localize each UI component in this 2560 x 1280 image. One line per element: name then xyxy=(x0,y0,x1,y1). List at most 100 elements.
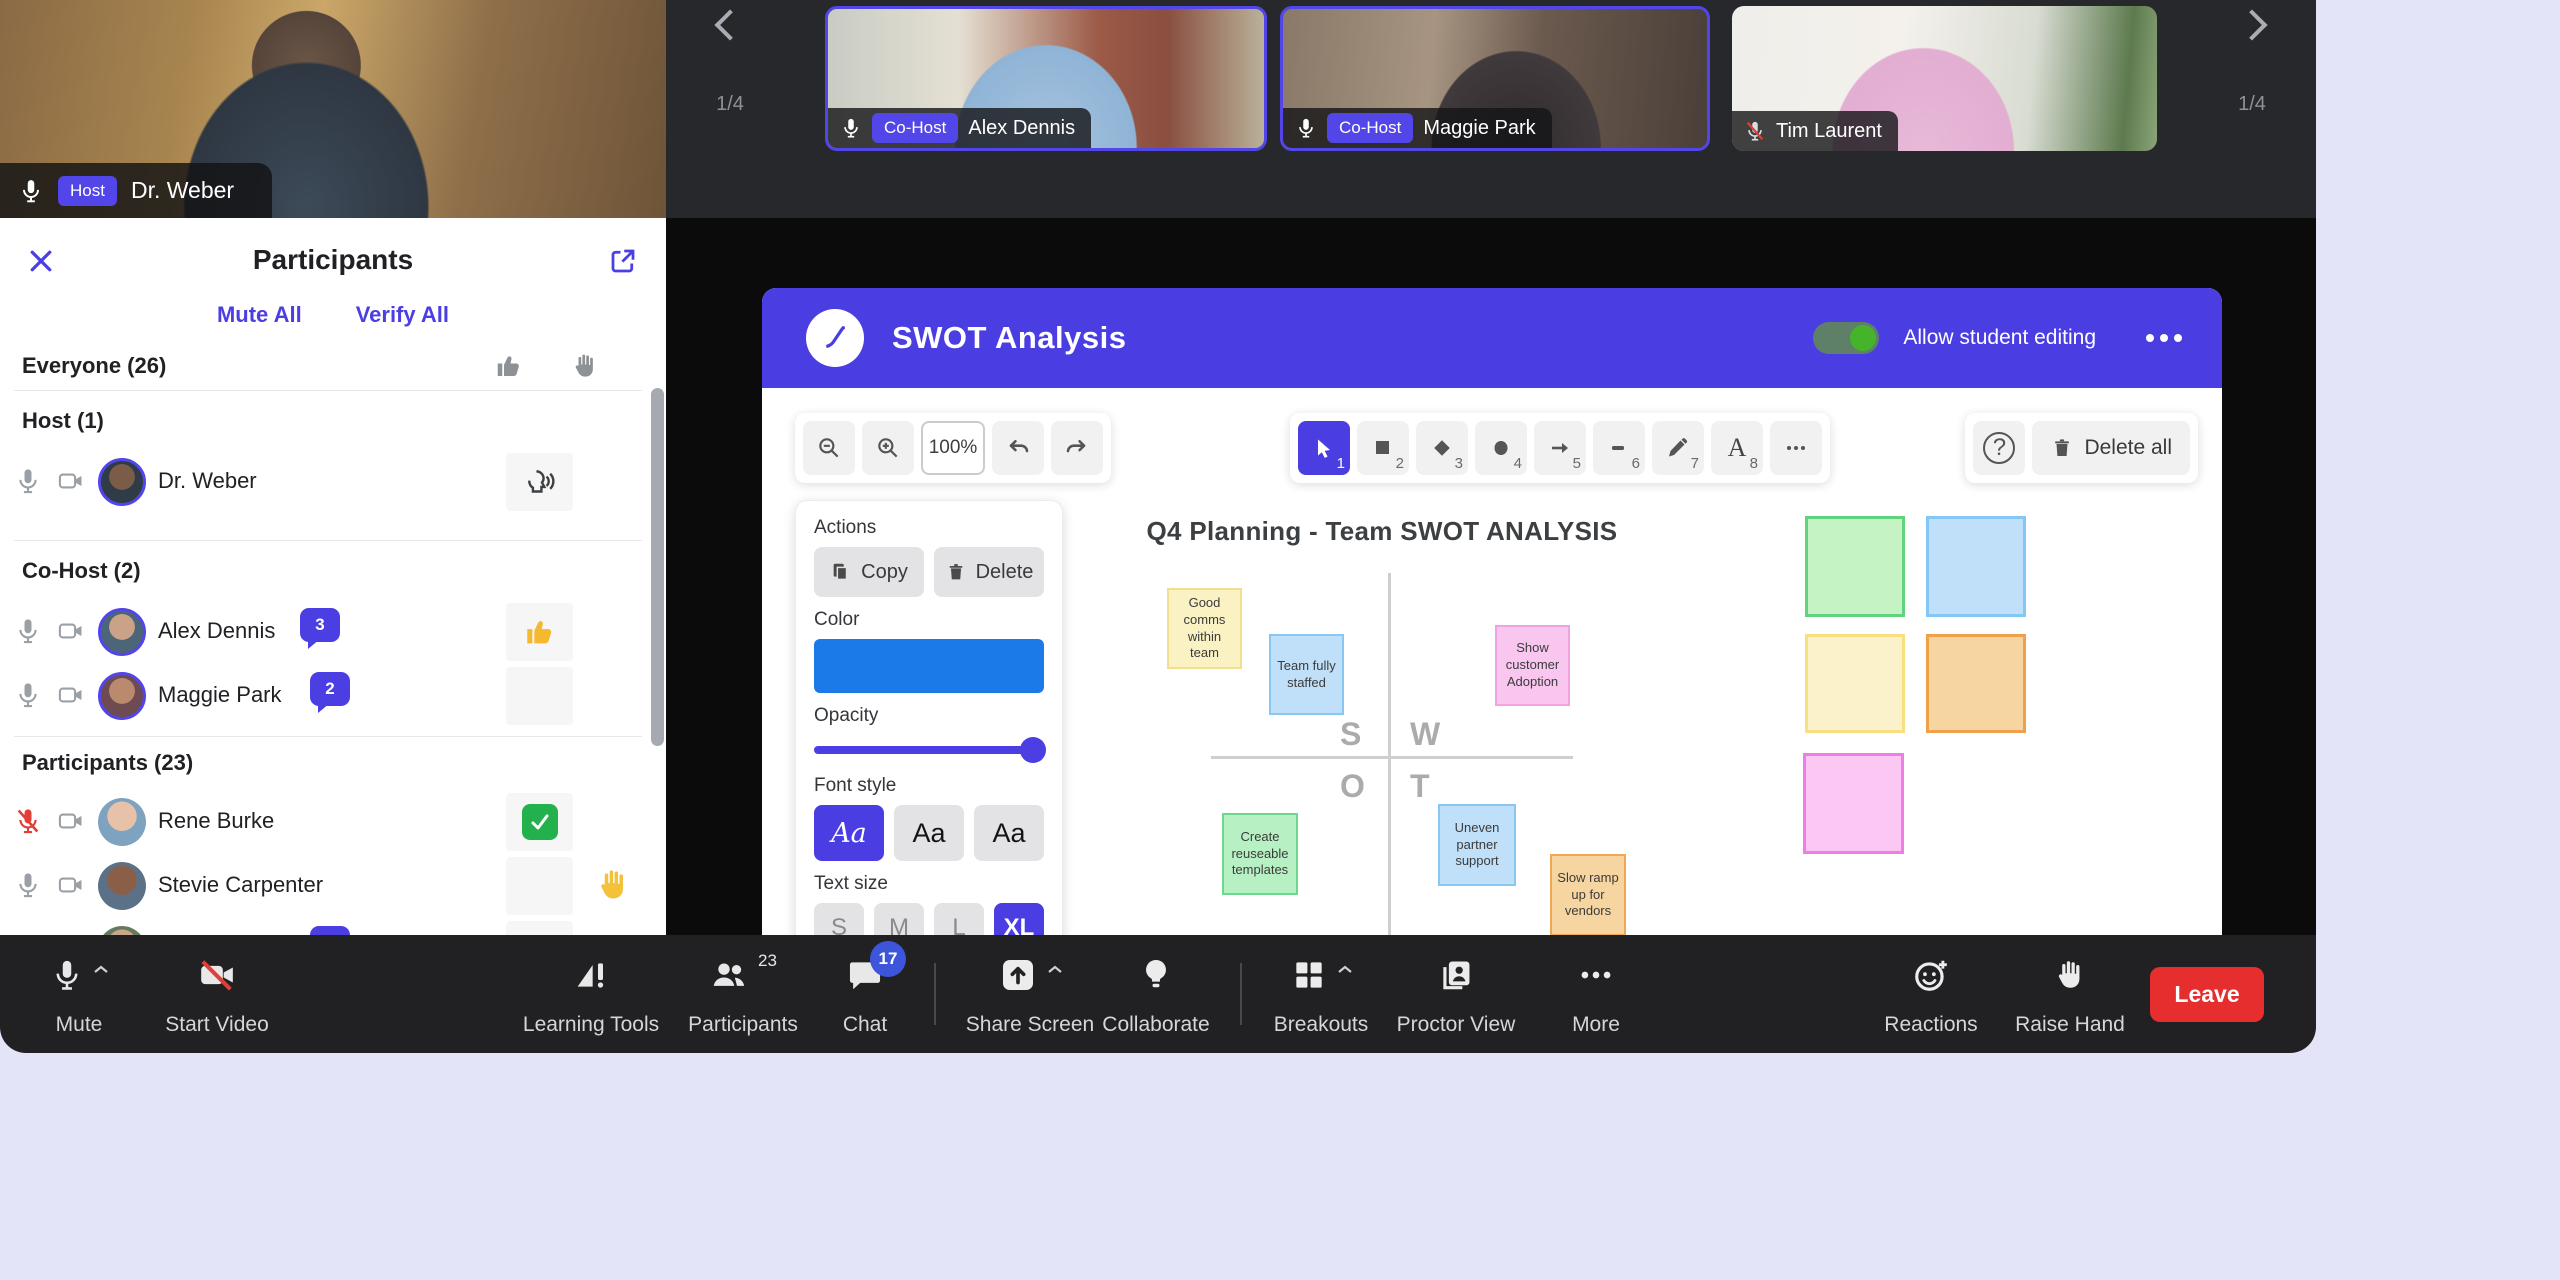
more-tools-button[interactable] xyxy=(1770,421,1822,475)
line-tool-button[interactable]: 6 xyxy=(1593,421,1645,475)
sticky-note[interactable]: Uneven partner support xyxy=(1438,804,1516,886)
participant-row[interactable]: Rene Burke xyxy=(0,790,666,854)
video-tile-maggie[interactable]: Co-Host Maggie Park xyxy=(1280,6,1710,151)
breakouts-button[interactable]: Breakouts xyxy=(1256,935,1386,1053)
size-s-button[interactable]: S xyxy=(814,903,864,935)
sticky-note[interactable]: Show customer Adoption xyxy=(1495,625,1570,706)
pencil-tool-button[interactable]: 7 xyxy=(1652,421,1704,475)
raise-hand-button[interactable]: Raise Hand xyxy=(2000,935,2140,1053)
more-button[interactable]: More xyxy=(1546,935,1646,1053)
delete-all-button[interactable]: Delete all xyxy=(2032,421,2190,475)
reaction-box[interactable] xyxy=(506,793,573,851)
copy-button[interactable]: Copy xyxy=(814,547,924,597)
camera-icon[interactable] xyxy=(56,807,86,835)
camera-icon[interactable] xyxy=(56,467,86,495)
strip-pager-right: 1/4 xyxy=(2222,14,2282,116)
chat-button[interactable]: 17 Chat xyxy=(820,935,910,1053)
chevron-up-icon[interactable] xyxy=(1337,965,1353,974)
zoom-in-button[interactable] xyxy=(862,421,914,475)
sticky-note[interactable]: Create reuseable templates xyxy=(1222,813,1298,895)
sticky-note[interactable]: Slow ramp up for vendors xyxy=(1550,854,1626,935)
arrow-icon xyxy=(1548,436,1572,460)
thumbs-up-emoji xyxy=(523,615,557,649)
reactions-button[interactable]: Reactions xyxy=(1866,935,1996,1053)
palette-note-pink[interactable] xyxy=(1803,753,1904,854)
palette-note-blue[interactable] xyxy=(1926,516,2026,617)
opacity-slider[interactable] xyxy=(814,737,1044,763)
collaborate-button[interactable]: Collaborate xyxy=(1086,935,1226,1053)
participant-row[interactable]: Stevie Carpenter xyxy=(0,854,666,918)
reaction-box[interactable] xyxy=(506,603,573,661)
size-l-button[interactable]: L xyxy=(934,903,984,935)
participant-name: Dr. Weber xyxy=(158,468,257,494)
palette-note-yellow[interactable] xyxy=(1805,634,1905,733)
verify-all-button[interactable]: Verify All xyxy=(356,302,449,328)
avatar xyxy=(98,608,146,656)
lightbulb-icon xyxy=(1137,955,1175,995)
mic-on-icon[interactable] xyxy=(14,871,42,899)
chevron-right-icon[interactable] xyxy=(2236,9,2267,40)
raise-hand-icon[interactable] xyxy=(570,351,600,381)
chevron-left-icon[interactable] xyxy=(714,9,745,40)
chevron-up-icon[interactable] xyxy=(1047,965,1063,974)
video-strip: Host Dr. Weber 1/4 Co-Host Alex Dennis C… xyxy=(0,0,2316,218)
video-tile-tim[interactable]: Tim Laurent xyxy=(1732,6,2157,151)
start-video-button[interactable]: Start Video xyxy=(142,935,292,1053)
mic-on-icon[interactable] xyxy=(14,681,42,709)
reaction-box[interactable] xyxy=(506,667,573,725)
font-style-sans-button[interactable]: Aa xyxy=(894,805,964,861)
select-tool-button[interactable]: 1 xyxy=(1298,421,1350,475)
participants-button[interactable]: 23 Participants xyxy=(678,935,808,1053)
redo-button[interactable] xyxy=(1051,421,1103,475)
mic-on-icon[interactable] xyxy=(14,467,42,495)
size-m-button[interactable]: M xyxy=(874,903,924,935)
chevron-up-icon[interactable] xyxy=(93,965,109,974)
reaction-box[interactable] xyxy=(506,453,573,511)
participant-row[interactable]: Dr. Weber xyxy=(0,450,666,514)
zoom-out-button[interactable] xyxy=(803,421,855,475)
main-area: Participants Mute All Verify All Everyon… xyxy=(0,218,2316,935)
leave-button[interactable]: Leave xyxy=(2150,967,2264,1022)
mic-muted-icon[interactable] xyxy=(14,807,42,835)
camera-icon[interactable] xyxy=(56,681,86,709)
panel-scrollbar[interactable] xyxy=(651,388,664,746)
diamond-tool-button[interactable]: 3 xyxy=(1416,421,1468,475)
reaction-box[interactable] xyxy=(506,921,573,935)
thumbs-up-icon[interactable] xyxy=(494,351,524,381)
zoom-level-field[interactable]: 100% xyxy=(921,421,985,475)
more-options-icon[interactable] xyxy=(2146,334,2182,342)
participant-row[interactable]: Maggie Park 2 xyxy=(0,664,666,728)
size-xl-button[interactable]: XL xyxy=(994,903,1044,935)
mute-all-button[interactable]: Mute All xyxy=(217,302,302,328)
arrow-tool-button[interactable]: 5 xyxy=(1534,421,1586,475)
palette-note-orange[interactable] xyxy=(1926,634,2026,733)
color-swatch[interactable] xyxy=(814,639,1044,693)
video-tile-alex[interactable]: Co-Host Alex Dennis xyxy=(825,6,1267,151)
camera-icon[interactable] xyxy=(56,617,86,645)
allow-editing-toggle[interactable] xyxy=(1813,322,1879,354)
palette-note-green[interactable] xyxy=(1805,516,1905,617)
camera-icon[interactable] xyxy=(56,871,86,899)
rectangle-tool-button[interactable]: 2 xyxy=(1357,421,1409,475)
proctor-view-button[interactable]: Proctor View xyxy=(1386,935,1526,1053)
font-style-serif-button[interactable]: Aa xyxy=(974,805,1044,861)
ellipse-tool-button[interactable]: 4 xyxy=(1475,421,1527,475)
participant-row[interactable]: Alex Dennis 3 xyxy=(0,600,666,664)
slider-knob[interactable] xyxy=(1020,737,1046,763)
reaction-box[interactable] xyxy=(506,857,573,915)
help-button[interactable]: ? xyxy=(1973,421,2025,475)
sticky-note[interactable]: Team fully staffed xyxy=(1269,634,1344,715)
popout-icon[interactable] xyxy=(608,246,638,276)
mic-on-icon[interactable] xyxy=(14,617,42,645)
learning-tools-button[interactable]: Learning Tools xyxy=(516,935,666,1053)
redo-icon xyxy=(1063,434,1091,462)
host-video-tile[interactable]: Host Dr. Weber xyxy=(0,0,666,218)
strip-pager-left: 1/4 xyxy=(700,14,760,116)
text-tool-button[interactable]: A 8 xyxy=(1711,421,1763,475)
undo-button[interactable] xyxy=(992,421,1044,475)
participant-row[interactable]: Antonio Soto 2 xyxy=(0,918,666,935)
delete-button[interactable]: Delete xyxy=(934,547,1044,597)
mute-button[interactable]: Mute xyxy=(24,935,134,1053)
font-style-script-button[interactable]: Aa xyxy=(814,805,884,861)
sticky-note[interactable]: Good comms within team xyxy=(1167,588,1242,669)
